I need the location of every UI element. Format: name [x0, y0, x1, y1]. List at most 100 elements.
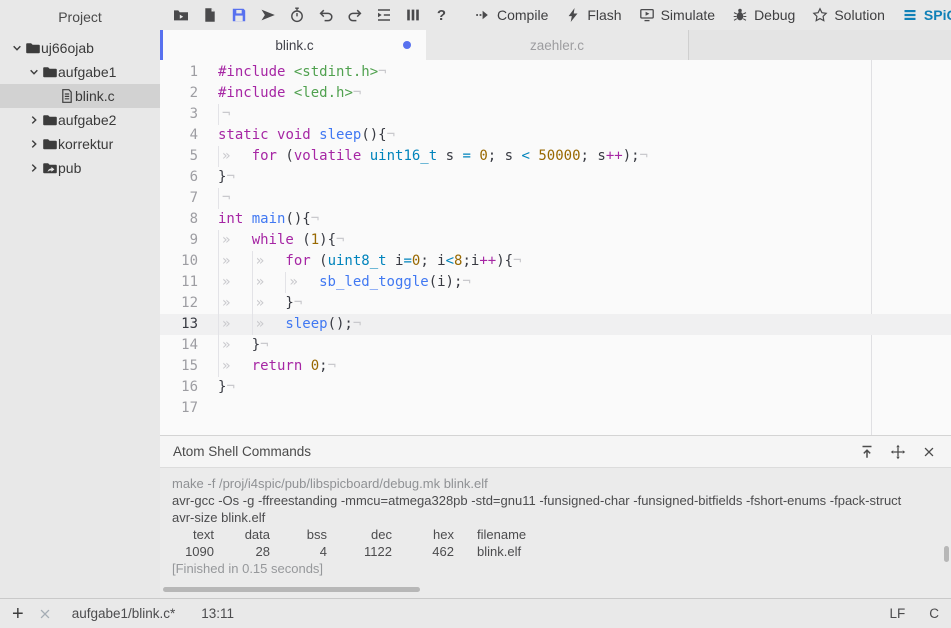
status-line-ending[interactable]: LF	[889, 606, 905, 621]
close-button[interactable]	[920, 443, 938, 461]
console-output[interactable]: make -f /proj/i4spic/pub/libspicboard/de…	[160, 468, 951, 598]
line-number[interactable]: 7	[160, 188, 206, 209]
line-number[interactable]: 3	[160, 104, 206, 125]
line-number[interactable]: 9	[160, 230, 206, 251]
line-number[interactable]: 13	[160, 314, 206, 335]
redo-icon	[347, 7, 363, 23]
code-token	[361, 148, 369, 164]
vertical-scrollbar[interactable]	[944, 546, 949, 562]
tab-zaehler-c[interactable]: zaehler.c	[426, 30, 689, 60]
line-number[interactable]: 4	[160, 125, 206, 146]
code-token: }	[252, 337, 260, 353]
line-number[interactable]: 6	[160, 167, 206, 188]
code-token	[269, 127, 277, 143]
status-grammar[interactable]: C	[929, 606, 939, 621]
new-file-button[interactable]	[195, 2, 224, 28]
chevron-right-icon[interactable]	[25, 112, 42, 128]
chevron-down-icon[interactable]	[8, 40, 25, 56]
line-number[interactable]: 5	[160, 146, 206, 167]
sidebar-item-pub[interactable]: pub	[0, 156, 160, 180]
line-number[interactable]: 17	[160, 398, 206, 419]
redo-button[interactable]	[340, 2, 369, 28]
status-file-path[interactable]: aufgabe1/blink.c*	[72, 606, 176, 621]
auto-indent-button[interactable]	[369, 2, 398, 28]
code-token	[285, 64, 293, 80]
eol-marker: ¬	[260, 337, 268, 353]
flash-button[interactable]: Flash	[562, 5, 624, 25]
tab-whitespace-marker: »	[218, 251, 252, 272]
tab-blink-c[interactable]: blink.c	[163, 30, 426, 60]
tab-whitespace-marker: »	[252, 293, 286, 314]
sidebar-item-aufgabe2[interactable]: aufgabe2	[0, 108, 160, 132]
simulate-icon	[639, 7, 655, 23]
line-number[interactable]: 2	[160, 83, 206, 104]
compile-button[interactable]: Compile	[472, 5, 551, 25]
auto-scroll-button[interactable]	[889, 443, 907, 461]
line-number[interactable]: 14	[160, 335, 206, 356]
code-token: ){	[319, 232, 336, 248]
code-token: i	[387, 253, 404, 269]
table-cell: 4	[270, 543, 327, 560]
columns-button[interactable]	[398, 2, 427, 28]
eol-marker: ¬	[353, 85, 361, 101]
send-button[interactable]	[253, 2, 282, 28]
line-number[interactable]: 10	[160, 251, 206, 272]
code-token: <stdint.h>	[294, 64, 378, 80]
solution-button[interactable]: Solution	[809, 5, 888, 25]
save-button[interactable]	[224, 2, 253, 28]
scroll-to-top-button[interactable]	[858, 443, 876, 461]
eol-marker: ¬	[226, 379, 234, 395]
code-line: 6}¬	[160, 167, 951, 188]
code-token: =	[403, 253, 411, 269]
horizontal-scrollbar[interactable]	[163, 587, 420, 592]
line-content: static void sleep(){¬	[206, 125, 395, 146]
sidebar-item-korrektur[interactable]: korrektur	[0, 132, 160, 156]
code-token: (	[311, 253, 328, 269]
status-cursor-position[interactable]: 13:11	[201, 606, 234, 621]
table-cell: 28	[214, 543, 270, 560]
code-token: <led.h>	[294, 85, 353, 101]
code-line: 4static void sleep(){¬	[160, 125, 951, 146]
code-editor[interactable]: 1#include <stdint.h>¬2#include <led.h>¬3…	[160, 60, 951, 435]
auto-indent-icon	[376, 7, 392, 23]
open-folder-button[interactable]	[166, 2, 195, 28]
chevron-right-icon[interactable]	[25, 160, 42, 176]
undo-button[interactable]	[311, 2, 340, 28]
line-content: »for (volatile uint16_t s = 0; s < 50000…	[206, 146, 648, 167]
code-token: for	[285, 253, 310, 269]
console-line: avr-gcc -Os -g -ffreestanding -mmcu=atme…	[172, 492, 951, 509]
sidebar-item-aufgabe1[interactable]: aufgabe1	[0, 60, 160, 84]
sidebar-item-uj66ojab[interactable]: uj66ojab	[0, 36, 160, 60]
finished-message: [Finished in 0.15 seconds]	[172, 560, 951, 577]
code-line: 9»while (1){¬	[160, 230, 951, 251]
spicboard-button[interactable]: SPiCboard	[899, 5, 951, 25]
status-right-group: LF C	[889, 606, 939, 621]
tab-whitespace-marker: »	[285, 272, 319, 293]
line-number[interactable]: 16	[160, 377, 206, 398]
help-button[interactable]: ?	[427, 2, 456, 28]
status-bar: + aufgabe1/blink.c* 13:11 LF C	[0, 598, 951, 628]
add-project-button[interactable]: +	[8, 604, 28, 624]
code-token: =	[462, 148, 470, 164]
simulate-button[interactable]: Simulate	[636, 5, 718, 25]
eol-marker: ¬	[353, 316, 361, 332]
sidebar-item-blink-c[interactable]: blink.c	[0, 84, 160, 108]
chevron-down-icon[interactable]	[25, 64, 42, 80]
line-number[interactable]: 11	[160, 272, 206, 293]
line-number[interactable]: 8	[160, 209, 206, 230]
chevron-right-icon[interactable]	[25, 136, 42, 152]
file-icon	[59, 88, 75, 104]
code-token: for	[252, 148, 277, 164]
active-pane-indicator	[160, 30, 163, 60]
panel-actions	[858, 443, 938, 461]
debug-button[interactable]: Debug	[729, 5, 798, 25]
line-number[interactable]: 1	[160, 62, 206, 83]
code-token: (	[294, 232, 311, 248]
remove-project-icon[interactable]	[38, 607, 52, 621]
line-number[interactable]: 12	[160, 293, 206, 314]
toolbar-button-group: Compile Flash Simulate Debug Solution SPiCboa…	[472, 5, 951, 25]
line-number[interactable]: 15	[160, 356, 206, 377]
toolbar: ? Compile Flash Simulate Debug Solution SPiCb…	[160, 0, 951, 30]
timer-button[interactable]	[282, 2, 311, 28]
project-sidebar: Project uj66ojabaufgabe1blink.caufgabe2k…	[0, 0, 160, 598]
